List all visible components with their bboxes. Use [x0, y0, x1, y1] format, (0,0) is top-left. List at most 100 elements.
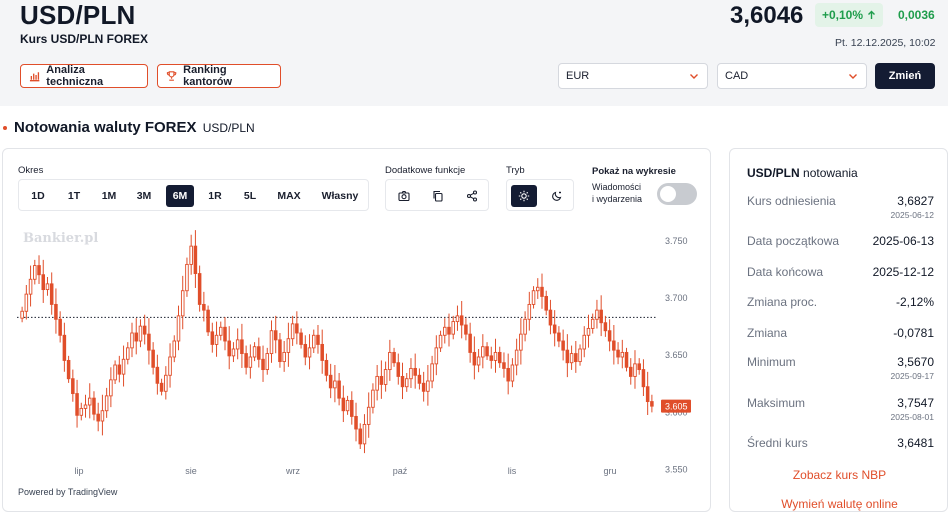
candle: [489, 355, 494, 361]
pair-subtitle: Kurs USD/PLN FOREX: [20, 32, 149, 46]
candle: [392, 351, 396, 364]
candle: [92, 397, 96, 415]
candle: [650, 401, 654, 407]
candle: [379, 375, 384, 385]
ref-rate-value: 3,6827: [897, 194, 934, 208]
candle: [193, 245, 198, 275]
price-chart[interactable]: 3.7503.7003.6503.6003.5503.605lipsiewrzp…: [3, 149, 710, 511]
candle: [311, 334, 316, 349]
candle: [121, 358, 126, 375]
candle: [531, 290, 536, 305]
candle: [341, 397, 346, 412]
powered-by-tradingview: Powered by TradingView: [18, 487, 118, 497]
stats-title: USD/PLN notowania: [747, 166, 858, 180]
candle: [616, 349, 620, 358]
candle: [138, 325, 143, 342]
candle: [303, 343, 308, 358]
exchange-online-link[interactable]: Wymień walutę online: [730, 497, 947, 511]
pair-title: USD/PLN: [20, 0, 136, 30]
change-percent: +0,10%: [821, 8, 864, 22]
candle: [561, 340, 565, 351]
candle: [595, 309, 599, 320]
candle: [180, 290, 185, 317]
candle: [476, 356, 481, 366]
stats-title-rest: notowania: [803, 166, 858, 180]
candle: [345, 399, 350, 412]
currency-to-select[interactable]: CAD: [717, 63, 867, 89]
candle: [58, 318, 62, 336]
candle: [481, 346, 485, 358]
candle: [497, 351, 502, 364]
candle: [320, 343, 324, 361]
candle: [603, 322, 608, 332]
section-title: Notowania waluty FOREX USD/PLN: [3, 119, 255, 136]
candle: [28, 278, 33, 295]
candle: [426, 380, 430, 392]
candle: [548, 309, 553, 326]
candle: [383, 369, 388, 385]
candle: [578, 348, 582, 363]
ref-rate-date: 2025-06-12: [890, 210, 934, 220]
candle: [523, 318, 527, 335]
candle: [371, 389, 375, 408]
abs-change-value: -0,0781: [893, 326, 934, 340]
candle: [459, 315, 464, 326]
candle: [142, 325, 147, 335]
candle: [337, 380, 341, 399]
candle: [100, 410, 105, 422]
candle: [299, 332, 303, 345]
candle: [37, 265, 41, 276]
exchange-ranking-label: Ranking kantorów: [183, 64, 233, 88]
currency-to-value: CAD: [725, 70, 749, 82]
candle: [286, 338, 291, 353]
candle: [493, 351, 498, 361]
candle: [557, 332, 561, 342]
candle: [278, 339, 282, 363]
candle: [104, 395, 109, 412]
candle: [79, 407, 84, 416]
candle: [109, 379, 113, 397]
change-absolute: 0,0036: [898, 8, 935, 22]
candle: [240, 339, 244, 355]
candle: [117, 364, 122, 375]
candle: [333, 380, 337, 389]
chevron-down-icon: [849, 74, 857, 79]
candle: [126, 347, 130, 360]
nbp-rate-link[interactable]: Zobacz kurs NBP: [730, 468, 947, 482]
currency-from-select[interactable]: EUR: [558, 63, 708, 89]
candle: [396, 362, 401, 377]
candle: [455, 315, 460, 323]
candle: [316, 334, 320, 345]
candle: [214, 334, 219, 345]
candle: [328, 374, 333, 389]
candle: [248, 356, 253, 368]
candle: [257, 346, 261, 360]
candle: [485, 346, 489, 357]
candle: [451, 321, 455, 335]
candle: [159, 382, 164, 392]
candle: [388, 351, 392, 371]
candle: [552, 324, 557, 334]
change-currency-button[interactable]: Zmień: [875, 63, 935, 89]
candle: [586, 327, 591, 336]
candle: [413, 367, 417, 376]
quote-datetime: Pt. 12.12.2025, 10:02: [835, 37, 936, 49]
quote-header: [0, 0, 948, 106]
candle: [66, 359, 71, 380]
candle: [265, 353, 270, 371]
y-tick-label: 3.750: [665, 236, 688, 246]
candle: [96, 413, 100, 422]
currency-from-value: EUR: [566, 70, 590, 82]
candle: [633, 363, 637, 377]
minimum-value: 3,5670: [897, 355, 934, 369]
maximum-label: Maksimum: [747, 396, 806, 410]
technical-analysis-button[interactable]: Analiza techniczna: [20, 64, 148, 88]
pct-change-label: Zmiana proc.: [747, 295, 818, 309]
exchange-ranking-button[interactable]: Ranking kantorów: [157, 64, 281, 88]
chart-card: Okres 1D 1T 1M 3M 6M 1R 5L MAX Własny Do…: [2, 148, 711, 512]
bullet-dot: [3, 126, 7, 130]
end-date-label: Data końcowa: [747, 265, 824, 279]
technical-analysis-label: Analiza techniczna: [46, 64, 104, 88]
x-tick-label: lip: [74, 466, 83, 476]
candle: [569, 353, 574, 364]
